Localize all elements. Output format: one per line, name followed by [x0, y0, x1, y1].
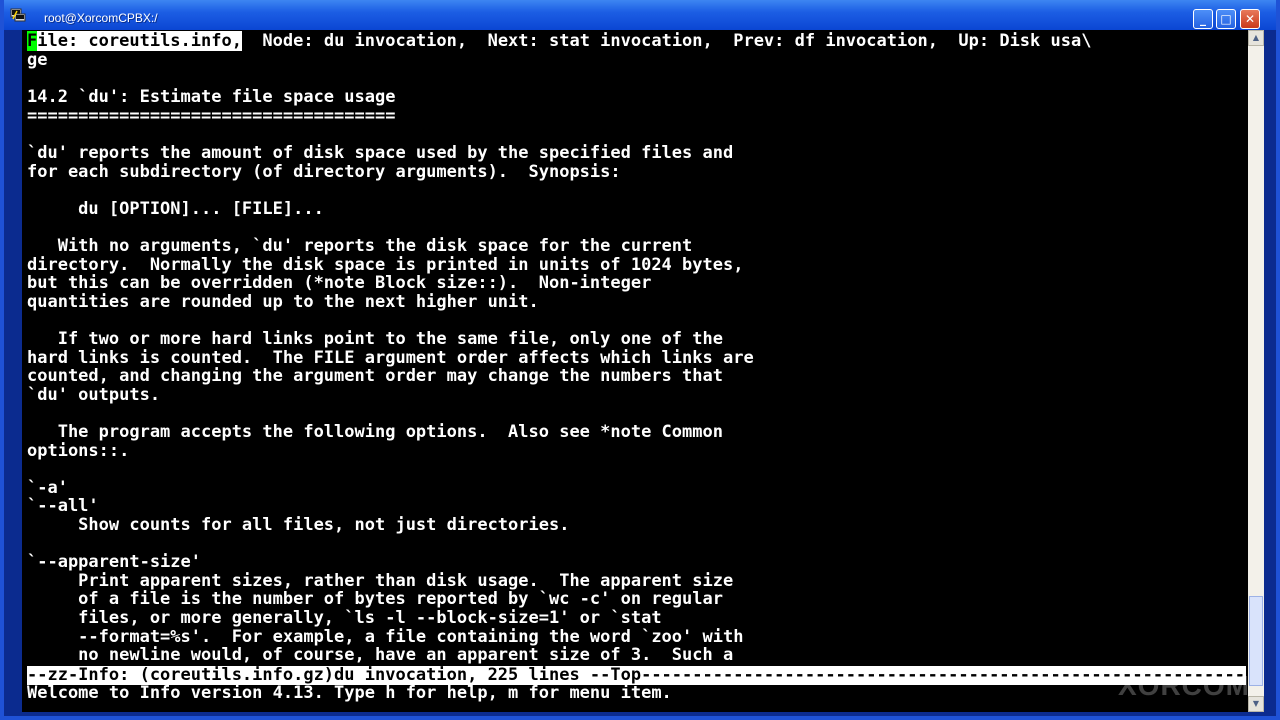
- info-text-line: but this can be overridden (*note Block …: [27, 273, 652, 294]
- info-text-line: for each subdirectory (of directory argu…: [27, 161, 621, 182]
- info-text-line: du [OPTION]... [FILE]...: [27, 198, 324, 219]
- info-text-line: no newline would, of course, have an app…: [27, 645, 734, 666]
- info-text-line: If two or more hard links point to the s…: [27, 329, 723, 349]
- vertical-scrollbar[interactable]: ▲ ▼: [1248, 30, 1264, 712]
- info-text-line: counted, and changing the argument order…: [27, 366, 723, 387]
- info-text-line: 14.2 `du': Estimate file space usage: [27, 87, 396, 108]
- info-text-line: `--apparent-size': [27, 552, 201, 573]
- info-text-line: `du' outputs.: [27, 384, 161, 405]
- window-title: root@XorcomCPBX:/: [44, 11, 158, 25]
- terminal-window: root@XorcomCPBX:/ _ □ ✕ File: coreutils.…: [0, 0, 1280, 720]
- terminal-screen[interactable]: File: coreutils.info, Node: du invocatio…: [22, 30, 1248, 712]
- info-text-line: ge: [27, 50, 48, 70]
- info-text-line: Print apparent sizes, rather than disk u…: [27, 570, 734, 591]
- minimize-button[interactable]: _: [1193, 9, 1213, 29]
- info-text-line: `du' reports the amount of disk space us…: [27, 143, 734, 163]
- info-text-line: With no arguments, `du' reports the disk…: [27, 236, 693, 256]
- info-text-line: --format=%s'. For example, a file contai…: [27, 626, 744, 647]
- echo-area: Welcome to Info version 4.13. Type h for…: [27, 683, 672, 703]
- putty-terminal-icon: [10, 8, 26, 22]
- info-text-line: quantities are rounded up to the next hi…: [27, 291, 539, 312]
- info-text-line: ====================================: [27, 105, 396, 126]
- header-node-links: Node: du invocation, Next: stat invocati…: [241, 31, 1092, 51]
- maximize-button[interactable]: □: [1216, 9, 1236, 29]
- close-button[interactable]: ✕: [1240, 9, 1260, 29]
- info-text-line: `--all': [27, 496, 99, 517]
- scroll-down-arrow-icon[interactable]: ▼: [1248, 696, 1264, 712]
- xorcom-watermark-logo: XORCOM: [1118, 670, 1250, 701]
- info-text-line: options::.: [27, 440, 130, 461]
- scroll-up-arrow-icon[interactable]: ▲: [1248, 30, 1264, 46]
- info-header-line: File: coreutils.info, Node: du invocatio…: [27, 31, 1092, 51]
- info-text-line: hard links is counted. The FILE argument…: [27, 347, 754, 368]
- terminal-cursor: F: [27, 31, 38, 51]
- header-file: ile: coreutils.info,: [37, 31, 242, 51]
- info-text-line: of a file is the number of bytes reporte…: [27, 589, 723, 610]
- info-text-line: `-a': [27, 477, 68, 498]
- info-text-line: files, or more generally, `ls -l --block…: [27, 608, 662, 628]
- info-text-line: The program accepts the following option…: [27, 422, 723, 442]
- scrollbar-thumb[interactable]: [1249, 596, 1263, 686]
- info-text-line: Show counts for all files, not just dire…: [27, 515, 570, 535]
- title-bar[interactable]: root@XorcomCPBX:/ _ □ ✕: [4, 0, 1276, 30]
- info-text-line: directory. Normally the disk space is pr…: [27, 254, 744, 275]
